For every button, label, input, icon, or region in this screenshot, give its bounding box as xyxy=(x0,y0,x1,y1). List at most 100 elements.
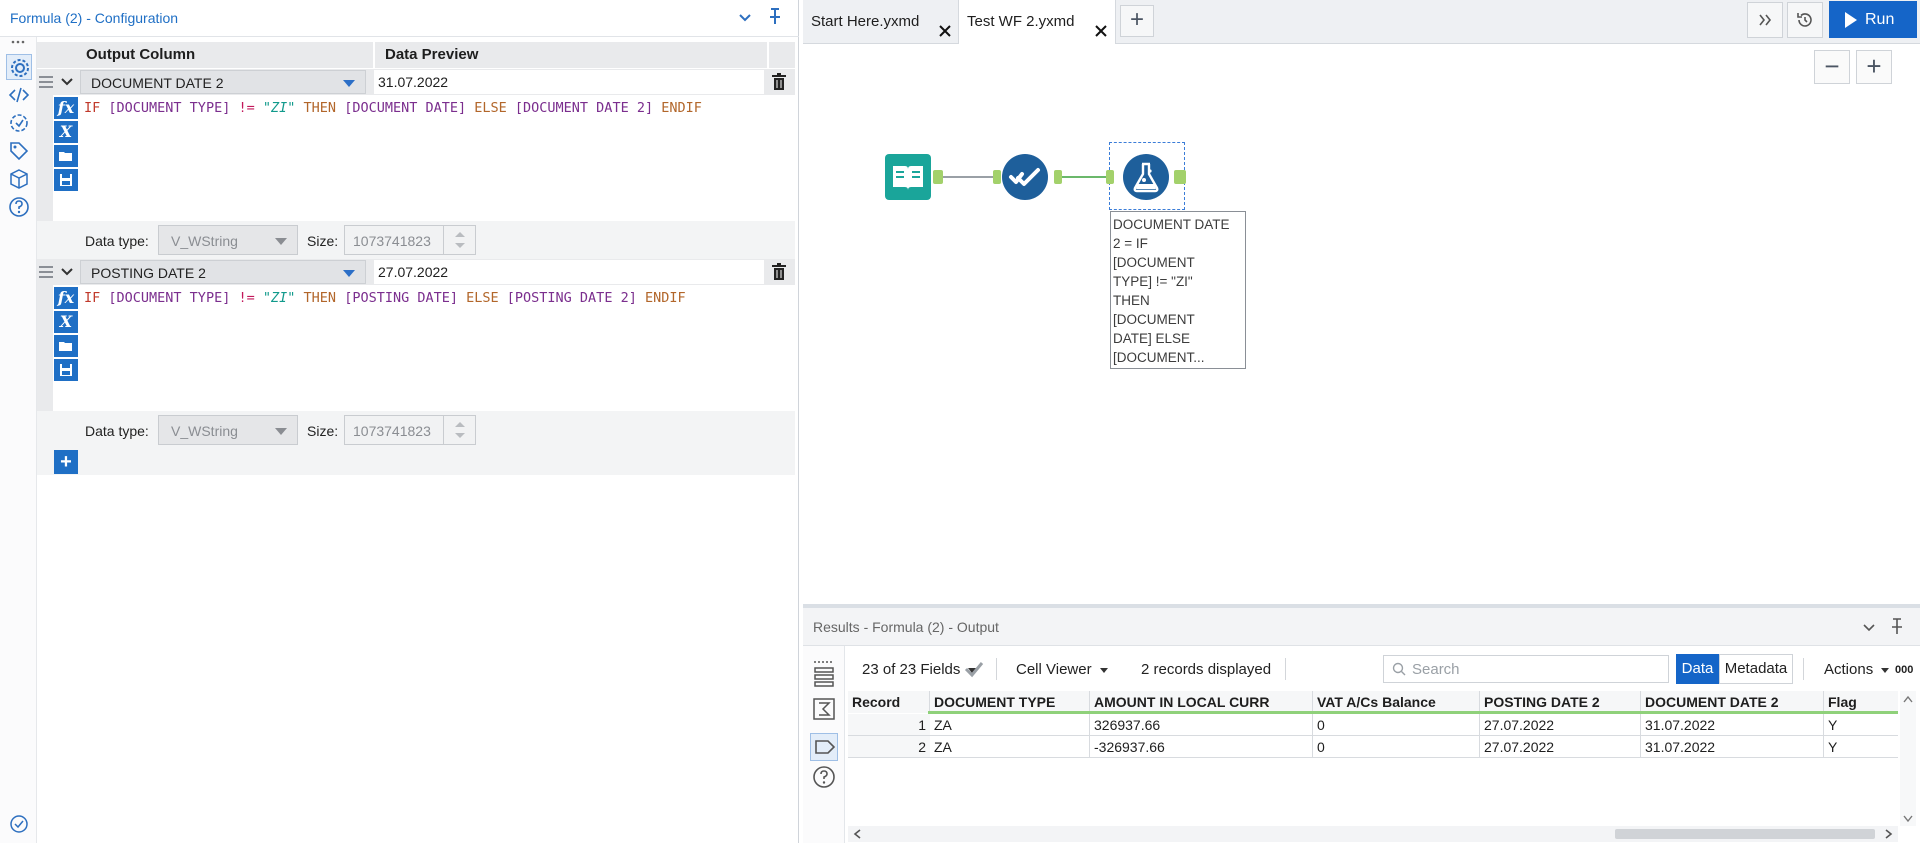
run-button[interactable]: Run xyxy=(1829,1,1917,38)
scroll-thumb[interactable] xyxy=(1615,829,1875,839)
workflow-canvas[interactable]: − + DOCUMENT DATE 2 = IF [DOCUMENT TYPE]… xyxy=(803,44,1920,604)
expression-text[interactable]: IF [DOCUMENT TYPE] != "ZI" THEN [POSTING… xyxy=(84,290,686,306)
collapse-chevron-icon[interactable] xyxy=(732,6,758,32)
code-icon[interactable] xyxy=(6,82,32,108)
expand-chevron-icon[interactable] xyxy=(57,72,77,92)
save-disk-icon[interactable] xyxy=(54,169,78,191)
settings-gear-icon[interactable] xyxy=(6,54,32,80)
connection-line[interactable] xyxy=(1062,176,1109,178)
dropdown-arrow-icon xyxy=(1099,667,1108,673)
zoom-in-icon[interactable]: + xyxy=(1856,50,1892,84)
more-options-button[interactable]: 000 xyxy=(1895,664,1913,676)
output-anchor[interactable] xyxy=(1174,170,1186,184)
actions-dropdown[interactable]: Actions xyxy=(1824,661,1890,678)
column-header-posting-date-2[interactable]: POSTING DATE 2 xyxy=(1480,691,1641,713)
config-side-rail xyxy=(0,37,37,843)
apply-check-icon[interactable] xyxy=(963,659,985,682)
add-expression-button[interactable]: + xyxy=(54,450,78,474)
size-stepper[interactable]: 1073741823 xyxy=(344,225,476,255)
expression-editor[interactable]: fx X IF [DOCUMENT TYPE] != "ZI" THEN [PO… xyxy=(37,285,795,475)
variables-x-icon[interactable]: X xyxy=(54,311,78,333)
metadata-tab-button[interactable]: Metadata xyxy=(1719,654,1793,684)
vertical-scrollbar[interactable] xyxy=(1900,691,1916,826)
config-header: Formula (2) - Configuration xyxy=(0,0,799,37)
dropdown-arrow-icon xyxy=(343,80,355,87)
overflow-chevrons-icon[interactable] xyxy=(1747,2,1783,38)
column-header-flag[interactable]: Flag xyxy=(1824,691,1898,713)
config-title: Formula (2) - Configuration xyxy=(10,10,179,26)
variables-x-icon[interactable]: X xyxy=(54,121,78,143)
pin-icon[interactable] xyxy=(762,6,788,32)
spinner-arrows-icon[interactable] xyxy=(443,416,475,444)
tag-view-icon[interactable] xyxy=(810,733,838,761)
results-header: Results - Formula (2) - Output xyxy=(803,608,1920,646)
data-tab-button[interactable]: Data xyxy=(1676,654,1719,684)
data-type-select[interactable]: V_WString xyxy=(158,415,298,445)
history-icon[interactable] xyxy=(1787,2,1823,38)
close-icon[interactable] xyxy=(937,13,953,37)
save-disk-icon[interactable] xyxy=(54,359,78,381)
open-folder-icon[interactable] xyxy=(54,145,78,167)
output-column-select[interactable]: DOCUMENT DATE 2 xyxy=(80,70,366,94)
data-type-value: V_WString xyxy=(171,233,238,249)
open-folder-icon[interactable] xyxy=(54,335,78,357)
summary-sigma-icon[interactable] xyxy=(810,695,838,723)
formula-tool-node-icon[interactable] xyxy=(1123,154,1169,200)
tab-start-here[interactable]: Start Here.yxmd xyxy=(803,0,958,44)
package-icon[interactable] xyxy=(6,166,32,192)
status-check-icon xyxy=(6,811,32,837)
input-anchor[interactable] xyxy=(1106,170,1114,184)
dropdown-arrow-icon xyxy=(275,428,287,435)
data-type-value: V_WString xyxy=(171,423,238,439)
column-header-vat-balance[interactable]: VAT A/Cs Balance xyxy=(1313,691,1480,713)
function-fx-icon[interactable]: fx xyxy=(54,97,78,119)
input-data-node-icon[interactable] xyxy=(885,154,931,200)
output-anchor[interactable] xyxy=(1054,170,1062,184)
trash-icon[interactable] xyxy=(769,72,789,92)
data-type-bar: Data type: V_WString Size: 1073741823 xyxy=(37,411,795,451)
help-icon[interactable] xyxy=(6,194,32,220)
tag-icon[interactable] xyxy=(6,138,32,164)
expand-chevron-icon[interactable] xyxy=(57,262,77,282)
close-icon[interactable] xyxy=(1093,13,1109,37)
drag-handle-icon[interactable] xyxy=(39,73,53,91)
column-header-document-date-2[interactable]: DOCUMENT DATE 2 xyxy=(1641,691,1824,713)
column-header-record[interactable]: Record xyxy=(848,691,930,713)
play-icon xyxy=(1845,12,1857,28)
select-tool-node-icon[interactable] xyxy=(1002,154,1048,200)
trash-icon[interactable] xyxy=(769,262,789,282)
column-header-document-type[interactable]: DOCUMENT TYPE xyxy=(930,691,1090,713)
output-anchor[interactable] xyxy=(933,170,943,184)
zoom-out-icon[interactable]: − xyxy=(1814,50,1850,84)
spinner-arrows-icon[interactable] xyxy=(443,226,475,254)
search-field[interactable] xyxy=(1383,655,1669,683)
annotation-icon[interactable] xyxy=(6,110,32,136)
column-header-amount[interactable]: AMOUNT IN LOCAL CURR xyxy=(1090,691,1313,713)
pin-icon[interactable] xyxy=(1888,617,1906,638)
help-icon[interactable] xyxy=(810,763,838,791)
dropdown-arrow-icon xyxy=(275,238,287,245)
table-view-icon[interactable] xyxy=(810,663,838,691)
more-dots-icon[interactable] xyxy=(810,652,838,663)
output-column-value: POSTING DATE 2 xyxy=(91,265,206,281)
data-type-select[interactable]: V_WString xyxy=(158,225,298,255)
function-fx-icon[interactable]: fx xyxy=(54,287,78,309)
expression-row: POSTING DATE 2 27.07.2022 xyxy=(37,259,795,285)
fields-dropdown[interactable]: 23 of 23 Fields xyxy=(862,661,977,678)
expression-text[interactable]: IF [DOCUMENT TYPE] != "ZI" THEN [DOCUMEN… xyxy=(84,100,702,116)
cell-viewer-dropdown[interactable]: Cell Viewer xyxy=(1016,661,1108,678)
output-column-select[interactable]: POSTING DATE 2 xyxy=(80,260,366,284)
output-column-header: Output Column xyxy=(86,46,196,63)
drag-handle-icon[interactable] xyxy=(39,263,53,281)
search-input[interactable] xyxy=(1412,659,1662,679)
input-anchor[interactable] xyxy=(993,170,1001,184)
data-preview-value: 27.07.2022 xyxy=(374,260,764,284)
tab-test-wf-2[interactable]: Test WF 2.yxmd xyxy=(958,0,1116,44)
collapse-chevron-icon[interactable] xyxy=(1861,619,1877,638)
expression-editor[interactable]: fx X IF [DOCUMENT TYPE] != "ZI" THEN [DO… xyxy=(37,95,795,285)
more-dots-icon[interactable] xyxy=(6,35,32,47)
configuration-panel: Formula (2) - Configuration Output Colum… xyxy=(0,0,799,843)
new-tab-plus-icon[interactable]: + xyxy=(1120,5,1154,37)
horizontal-scrollbar[interactable] xyxy=(848,826,1898,842)
size-stepper[interactable]: 1073741823 xyxy=(344,415,476,445)
